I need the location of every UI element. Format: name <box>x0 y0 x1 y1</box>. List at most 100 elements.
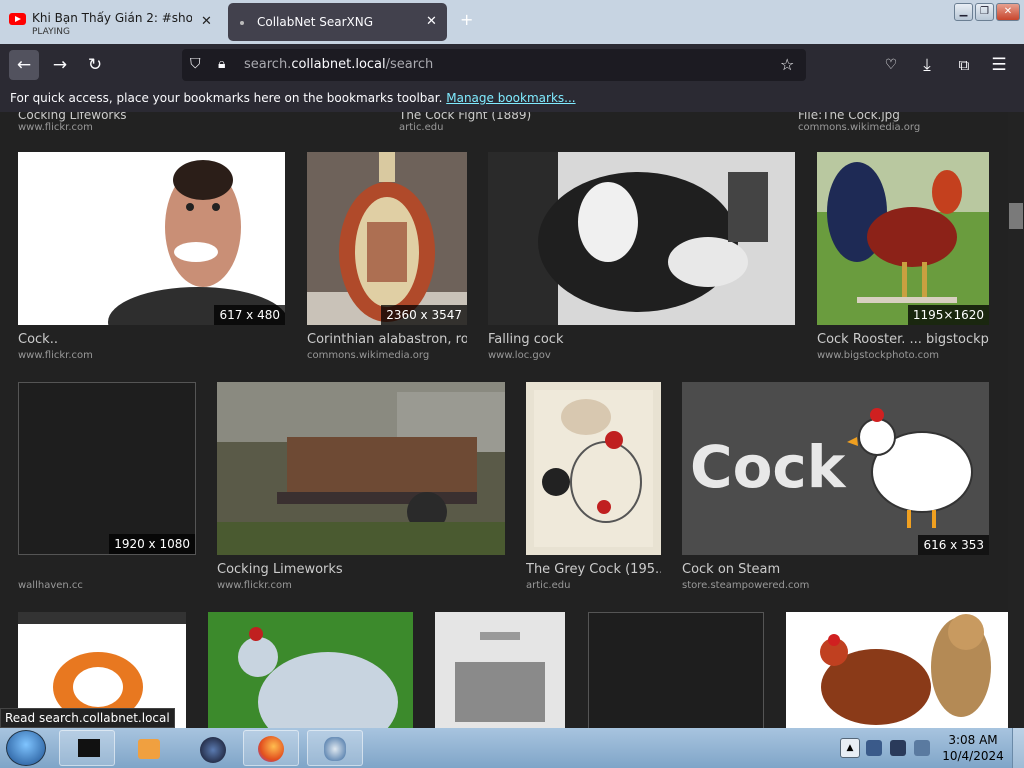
taskbar-app-network[interactable] <box>183 730 239 766</box>
result-thumbnail[interactable] <box>488 152 795 325</box>
result-url: artic.edu <box>526 580 571 591</box>
taskbar-app-firefox[interactable] <box>243 730 299 766</box>
tab-strip: Khi Bạn Thấy Gián 2: #shorts # PLAYING ✕… <box>0 0 1024 44</box>
restore-icon[interactable]: ❐ <box>975 3 994 21</box>
start-icon[interactable] <box>6 730 46 766</box>
result-image <box>108 160 285 325</box>
close-icon[interactable]: ✕ <box>426 14 437 29</box>
result-thumbnail[interactable]: 617 x 480 <box>18 152 285 325</box>
reload-icon[interactable]: ↻ <box>80 50 110 80</box>
extensions-icon[interactable]: ⧉ <box>949 50 979 80</box>
result-title[interactable]: The Grey Cock (195... <box>526 562 661 577</box>
lock-icon[interactable]: 🔒︎ <box>218 56 225 72</box>
result-title[interactable]: Cock Rooster. ... bigstockp... <box>817 332 989 347</box>
screen: Khi Bạn Thấy Gián 2: #shorts # PLAYING ✕… <box>0 0 1024 768</box>
terminal-icon <box>78 739 100 757</box>
tab-searxng[interactable]: CollabNet SearXNG ✕ <box>228 3 447 41</box>
result-url: wallhaven.cc <box>18 580 83 591</box>
image-result[interactable]: Falling cock www.loc.gov <box>488 152 795 367</box>
result-image <box>238 627 398 728</box>
result-title[interactable]: Cocking Limeworks <box>217 562 505 577</box>
image-result[interactable] <box>208 612 413 728</box>
image-result[interactable] <box>786 612 1008 728</box>
result-url: www.loc.gov <box>488 350 551 361</box>
tab-title: CollabNet SearXNG <box>257 15 374 29</box>
image-result[interactable]: 2360 x 3547 Corinthian alabastron, roo..… <box>307 152 467 367</box>
result-thumbnail[interactable] <box>588 612 764 728</box>
result-thumbnail[interactable] <box>208 612 413 728</box>
result-title[interactable]: Cock.. <box>18 332 285 347</box>
image-result[interactable]: The Grey Cock (195... artic.edu <box>526 382 661 597</box>
bookmarks-toolbar: For quick access, place your bookmarks h… <box>0 86 1024 112</box>
close-icon[interactable]: ✕ <box>201 14 212 29</box>
image-result[interactable]: Cocking Limeworks www.flickr.com <box>217 382 505 597</box>
result-image <box>817 152 989 325</box>
clock-date: 10/4/2024 <box>942 749 1004 763</box>
result-title[interactable]: File:The Cock.jpg <box>798 112 900 122</box>
result-thumbnail[interactable] <box>526 382 661 555</box>
result-thumbnail[interactable]: Cock 616 x 353 <box>682 382 989 555</box>
tray-network-icon[interactable] <box>866 740 882 756</box>
manage-bookmarks-link[interactable]: Manage bookmarks... <box>446 91 575 105</box>
result-thumbnail[interactable] <box>786 612 1008 728</box>
minimize-icon[interactable]: ▁ <box>954 3 973 21</box>
speaker-icon <box>324 737 346 761</box>
url-bar[interactable]: ⛉ 🔒︎ search.collabnet.local/search ☆ <box>182 49 806 81</box>
image-results: Cocking Lifeworks www.flickr.com The Coc… <box>0 112 1008 728</box>
download-icon[interactable]: ⤓ <box>912 50 942 80</box>
tray-display-icon[interactable] <box>890 740 906 756</box>
image-result[interactable]: 1920 x 1080 wallhaven.cc <box>18 382 196 597</box>
result-thumbnail[interactable]: 1195×1620 <box>817 152 989 325</box>
result-thumbnail[interactable] <box>217 382 505 555</box>
menu-icon[interactable]: ☰ <box>984 50 1014 80</box>
pocket-icon[interactable]: ♡ <box>876 50 906 80</box>
url-text[interactable]: search.collabnet.local/search <box>244 57 433 72</box>
image-dimensions: 1195×1620 <box>907 305 989 325</box>
scrollbar-thumb[interactable] <box>1009 203 1023 229</box>
result-url: www.flickr.com <box>217 580 292 591</box>
status-tooltip: Read search.collabnet.local <box>0 708 175 728</box>
result-image: Cock <box>690 408 973 528</box>
result-title[interactable]: Cocking Lifeworks <box>18 112 127 122</box>
result-title[interactable]: Falling cock <box>488 332 795 347</box>
result-thumbnail[interactable] <box>435 612 565 728</box>
image-result[interactable] <box>588 612 764 728</box>
taskbar-app-terminal[interactable] <box>59 730 115 766</box>
show-hidden-icons-icon[interactable]: ▲ <box>840 738 860 758</box>
favicon-icon <box>240 21 244 25</box>
close-window-icon[interactable]: ✕ <box>996 3 1020 21</box>
image-dimensions: 616 x 353 <box>918 535 989 555</box>
navigation-toolbar: ← → ↻ ⛉ 🔒︎ search.collabnet.local/search… <box>0 44 1024 86</box>
taskbar-app-media[interactable] <box>121 730 177 766</box>
result-thumbnail[interactable]: 1920 x 1080 <box>18 382 196 555</box>
result-url: store.steampowered.com <box>682 580 810 591</box>
result-url: www.flickr.com <box>18 122 93 133</box>
bookmark-star-icon[interactable]: ☆ <box>780 55 794 74</box>
tab-youtube[interactable]: Khi Bạn Thấy Gián 2: #shorts # PLAYING ✕ <box>0 3 222 41</box>
image-dimensions: 617 x 480 <box>214 305 285 325</box>
forward-icon[interactable]: → <box>45 50 75 80</box>
image-result[interactable]: 617 x 480 Cock.. www.flickr.com <box>18 152 285 367</box>
result-title[interactable]: The Cock Fight (1889) <box>399 112 531 122</box>
result-thumbnail[interactable]: 2360 x 3547 <box>307 152 467 325</box>
globe-icon <box>200 737 226 763</box>
bookmarks-hint: For quick access, place your bookmarks h… <box>10 91 443 105</box>
result-image <box>820 614 991 725</box>
image-result[interactable]: Cock 616 x 353 Cock on Steam store.steam… <box>682 382 989 597</box>
tray-volume-icon[interactable] <box>914 740 930 756</box>
back-icon[interactable]: ← <box>9 50 39 80</box>
result-image <box>488 152 795 325</box>
system-clock[interactable]: 3:08 AM 10/4/2024 <box>940 732 1006 764</box>
window-controls: ▁ ❐ ✕ <box>954 3 1020 21</box>
new-tab-icon[interactable]: + <box>460 10 473 29</box>
result-title[interactable]: Cock on Steam <box>682 562 989 577</box>
result-title[interactable]: Corinthian alabastron, roo... <box>307 332 467 347</box>
image-result[interactable]: 1195×1620 Cock Rooster. ... bigstockp...… <box>817 152 989 367</box>
image-result[interactable] <box>435 612 565 728</box>
show-desktop-button[interactable] <box>1012 728 1024 768</box>
scrollbar[interactable] <box>1008 112 1024 728</box>
result-image <box>455 632 545 722</box>
taskbar-app-audio[interactable] <box>307 730 363 766</box>
shield-icon[interactable]: ⛉ <box>190 56 201 72</box>
result-url: commons.wikimedia.org <box>798 122 921 133</box>
